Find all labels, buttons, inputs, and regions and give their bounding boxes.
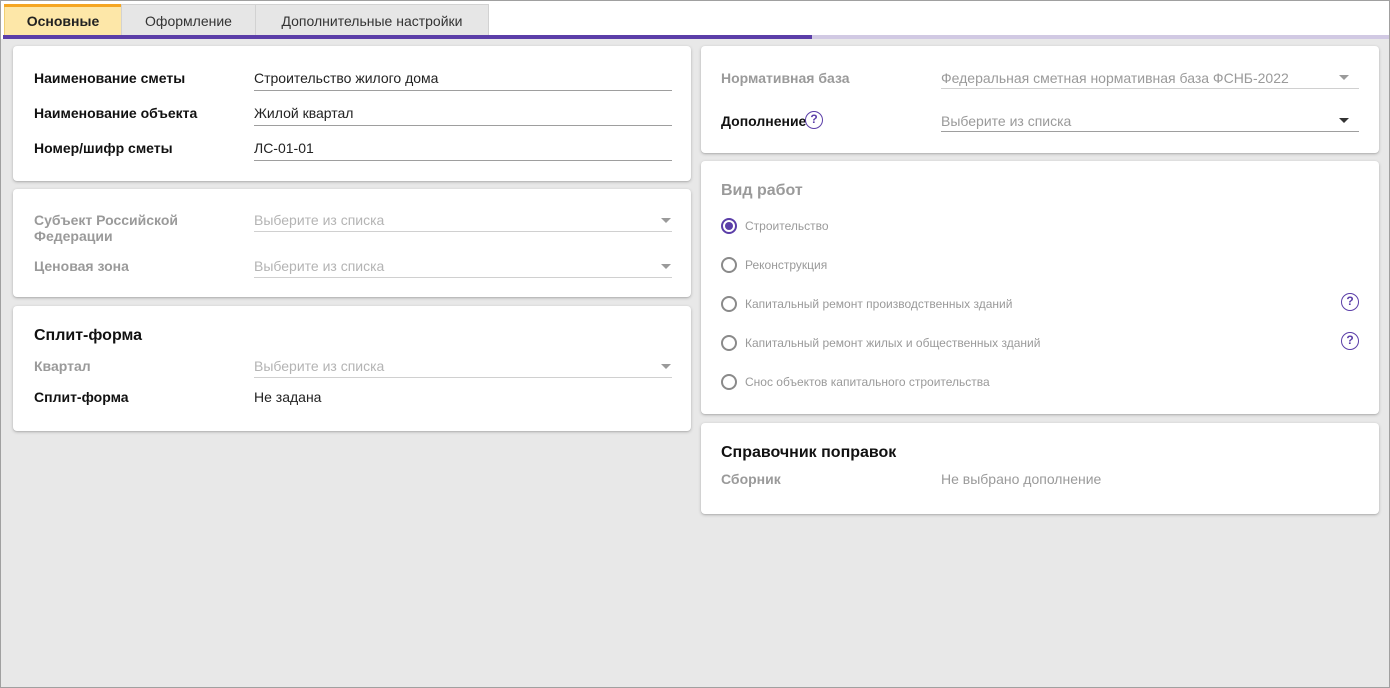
- normative-base-label: Нормативная база: [721, 70, 850, 86]
- radio-construction-label: Строительство: [745, 219, 829, 233]
- estimate-code-input[interactable]: ЛС-01-01: [254, 140, 314, 156]
- radio-capital-repair-industrial-label: Капитальный ремонт производственных здан…: [745, 297, 1013, 311]
- object-name-underline: [254, 125, 672, 126]
- work-type-title: Вид работ: [721, 182, 803, 199]
- addition-help-icon[interactable]: ?: [805, 111, 823, 129]
- tab-indicator: [3, 35, 812, 39]
- split-form-card: Сплит-форма Квартал Выберите из списка С…: [13, 306, 691, 431]
- tab-advanced-settings-label: Дополнительные настройки: [281, 12, 463, 29]
- collection-label: Сборник: [721, 471, 781, 487]
- tab-design-label: Оформление: [145, 12, 232, 29]
- estimate-name-label: Наименование сметы: [34, 70, 186, 86]
- subject-select[interactable]: Выберите из списка: [254, 212, 384, 228]
- addition-select[interactable]: Выберите из списка: [941, 113, 1071, 129]
- estimate-code-label: Номер/шифр сметы: [34, 140, 173, 156]
- normative-base-chevron-down-icon[interactable]: [1339, 75, 1349, 80]
- region-card: Субъект Российской Федерации Выберите из…: [13, 189, 691, 297]
- tab-bar: Основные Оформление Дополнительные настр…: [1, 1, 1389, 39]
- quarter-chevron-down-icon[interactable]: [661, 364, 671, 369]
- radio-reconstruction-label: Реконструкция: [745, 258, 828, 272]
- radio-demolition[interactable]: [721, 374, 737, 390]
- tab-main-label: Основные: [26, 12, 100, 29]
- radio-capital-repair-residential[interactable]: [721, 335, 737, 351]
- split-form-value: Не задана: [254, 389, 322, 405]
- addition-label: Дополнение: [721, 113, 807, 129]
- capital-repair-residential-help-icon[interactable]: ?: [1341, 332, 1359, 350]
- price-zone-chevron-down-icon[interactable]: [661, 264, 671, 269]
- object-name-input[interactable]: Жилой квартал: [254, 105, 353, 121]
- tab-design[interactable]: Оформление: [121, 4, 256, 36]
- estimate-code-underline: [254, 160, 672, 161]
- tab-indicator-rail: [3, 35, 1389, 39]
- radio-construction[interactable]: [721, 218, 737, 234]
- radio-capital-repair-industrial[interactable]: [721, 296, 737, 312]
- radio-demolition-label: Снос объектов капитального строительства: [745, 375, 990, 389]
- price-zone-underline: [254, 277, 672, 278]
- object-name-label: Наименование объекта: [34, 105, 198, 121]
- quarter-underline: [254, 377, 672, 378]
- estimate-name-underline: [254, 90, 672, 91]
- subject-underline: [254, 231, 672, 232]
- work-type-card: Вид работ Строительство Реконструкция Ка…: [701, 161, 1379, 414]
- tab-advanced-settings[interactable]: Дополнительные настройки: [255, 4, 489, 36]
- corrections-title: Справочник поправок: [721, 444, 897, 461]
- normative-base-card: Нормативная база Федеральная сметная нор…: [701, 46, 1379, 153]
- app-window: Основные Оформление Дополнительные настр…: [0, 0, 1390, 688]
- subject-label: Субъект Российской Федерации: [34, 212, 179, 244]
- tab-main[interactable]: Основные: [4, 4, 122, 36]
- quarter-label: Квартал: [34, 358, 91, 374]
- quarter-select[interactable]: Выберите из списка: [254, 358, 384, 374]
- addition-underline: [941, 131, 1359, 132]
- corrections-card: Справочник поправок Сборник Не выбрано д…: [701, 423, 1379, 514]
- estimate-info-card: Наименование сметы Строительство жилого …: [13, 46, 691, 181]
- estimate-name-input[interactable]: Строительство жилого дома: [254, 70, 438, 86]
- normative-base-underline: [941, 88, 1359, 89]
- normative-base-select[interactable]: Федеральная сметная нормативная база ФСН…: [941, 70, 1289, 86]
- price-zone-label: Ценовая зона: [34, 258, 129, 274]
- price-zone-select[interactable]: Выберите из списка: [254, 258, 384, 274]
- capital-repair-industrial-help-icon[interactable]: ?: [1341, 293, 1359, 311]
- addition-chevron-down-icon[interactable]: [1339, 118, 1349, 123]
- collection-value: Не выбрано дополнение: [941, 471, 1102, 487]
- split-form-title: Сплит-форма: [34, 327, 143, 344]
- subject-chevron-down-icon[interactable]: [661, 218, 671, 223]
- radio-capital-repair-residential-label: Капитальный ремонт жилых и общественных …: [745, 336, 1041, 350]
- radio-reconstruction[interactable]: [721, 257, 737, 273]
- split-form-field-label: Сплит-форма: [34, 389, 129, 405]
